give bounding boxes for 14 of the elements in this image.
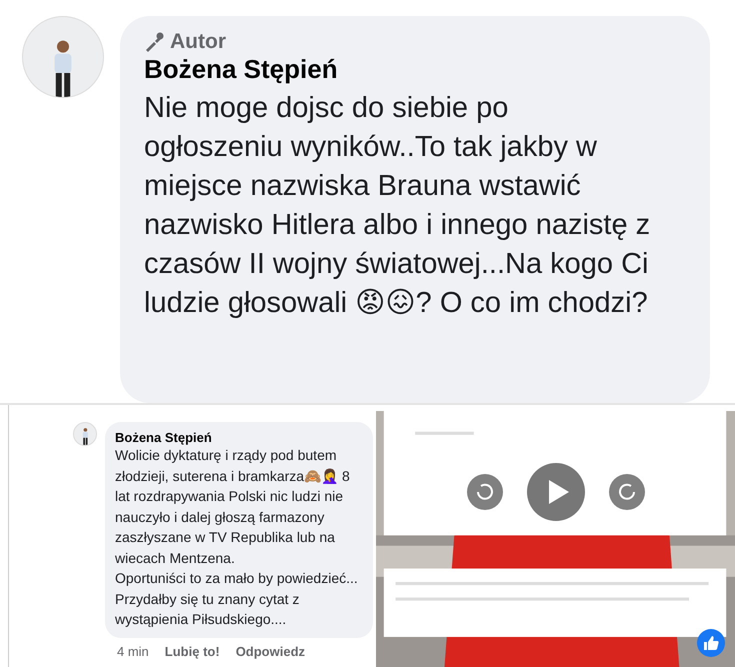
- comment-time: 4 min: [117, 644, 149, 658]
- author-name[interactable]: Bożena Stępień: [115, 430, 212, 445]
- comment-text: Wolicie dyktaturę i rządy pod butem złodzieji, suterena i bramkarza🙈🤦‍♀ 8 lat rozdrapywania Polski nic ludzi nie nauczyło i dalej głoszą farmazony zaszłyszane w TV Republika lub na wiecach Mentzena. Oportuniści to za mało by powiedzieć... Przydałby się tu znany cytat z wystąpienia Piłsudskiego....: [115, 446, 359, 629]
- like-icon[interactable]: [697, 629, 725, 657]
- rewind-icon[interactable]: [466, 474, 502, 510]
- comment-action-link[interactable]: Lubię to!: [164, 644, 220, 658]
- author-label: Autor: [144, 30, 226, 54]
- microphone-icon: [144, 32, 164, 52]
- play-icon[interactable]: [526, 463, 584, 521]
- author-name[interactable]: Bożena Stępień: [144, 54, 338, 85]
- avatar[interactable]: [73, 422, 97, 446]
- comment-action-link[interactable]: Odpowiedz: [236, 644, 306, 658]
- forward-icon[interactable]: [608, 474, 644, 510]
- comment-text: Nie moge dojsc do siebie po ogłoszeniu wyników..To tak jakby w miejsce nazwiska Brauna wstawić nazwisko Hitlera albo i innego nazistę z czasów II wojny światowej...Na kogo Ci ludzie głosowali 😡😖? O co im chodzi?: [144, 91, 652, 321]
